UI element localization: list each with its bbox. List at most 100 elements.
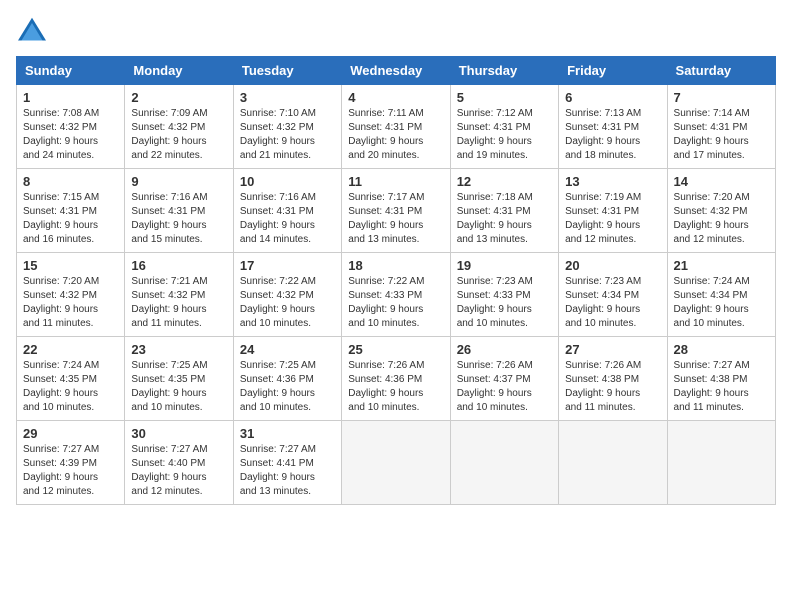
header-cell-sunday: Sunday [17, 57, 125, 85]
day-number: 26 [457, 342, 552, 357]
day-number: 9 [131, 174, 226, 189]
day-cell: 16 Sunrise: 7:21 AM Sunset: 4:32 PM Dayli… [125, 253, 233, 337]
day-info: Sunrise: 7:24 AM Sunset: 4:34 PM Dayligh… [674, 275, 769, 331]
day-info: Sunrise: 7:25 AM Sunset: 4:35 PM Dayligh… [131, 359, 226, 415]
day-cell: 1Sunrise: 7:08 AM Sunset: 4:32 PM Daylig… [17, 85, 125, 169]
header-cell-wednesday: Wednesday [342, 57, 450, 85]
day-info: Sunrise: 7:27 AM Sunset: 4:41 PM Dayligh… [240, 443, 335, 499]
day-number: 10 [240, 174, 335, 189]
week-row-1: 1Sunrise: 7:08 AM Sunset: 4:32 PM Daylig… [17, 85, 776, 169]
day-info: Sunrise: 7:27 AM Sunset: 4:40 PM Dayligh… [131, 443, 226, 499]
day-number: 19 [457, 258, 552, 273]
day-info: Sunrise: 7:23 AM Sunset: 4:34 PM Dayligh… [565, 275, 660, 331]
day-info: Sunrise: 7:15 AM Sunset: 4:31 PM Dayligh… [23, 191, 118, 247]
day-info: Sunrise: 7:18 AM Sunset: 4:31 PM Dayligh… [457, 191, 552, 247]
day-info: Sunrise: 7:12 AM Sunset: 4:31 PM Dayligh… [457, 107, 552, 163]
day-number: 6 [565, 90, 660, 105]
day-cell: 24 Sunrise: 7:25 AM Sunset: 4:36 PM Dayli… [233, 337, 341, 421]
header-row: SundayMondayTuesdayWednesdayThursdayFrid… [17, 57, 776, 85]
day-info: Sunrise: 7:20 AM Sunset: 4:32 PM Dayligh… [674, 191, 769, 247]
day-number: 30 [131, 426, 226, 441]
day-cell: 12 Sunrise: 7:18 AM Sunset: 4:31 PM Dayli… [450, 169, 558, 253]
day-cell: 27Sunrise: 7:26 AM Sunset: 4:38 PM Dayli… [559, 337, 667, 421]
day-cell: 25 Sunrise: 7:26 AM Sunset: 4:36 PM Dayli… [342, 337, 450, 421]
day-info: Sunrise: 7:09 AM Sunset: 4:32 PM Dayligh… [131, 107, 226, 163]
day-number: 7 [674, 90, 769, 105]
logo-icon [16, 16, 48, 44]
day-number: 13 [565, 174, 660, 189]
day-info: Sunrise: 7:22 AM Sunset: 4:33 PM Dayligh… [348, 275, 443, 331]
day-cell: 30 Sunrise: 7:27 AM Sunset: 4:40 PM Dayli… [125, 421, 233, 505]
day-number: 24 [240, 342, 335, 357]
day-cell: 15 Sunrise: 7:20 AM Sunset: 4:32 PM Dayli… [17, 253, 125, 337]
day-number: 23 [131, 342, 226, 357]
page-header [16, 16, 776, 44]
header-cell-monday: Monday [125, 57, 233, 85]
header-cell-saturday: Saturday [667, 57, 775, 85]
day-info: Sunrise: 7:26 AM Sunset: 4:36 PM Dayligh… [348, 359, 443, 415]
day-number: 4 [348, 90, 443, 105]
week-row-2: 8 Sunrise: 7:15 AM Sunset: 4:31 PM Daylig… [17, 169, 776, 253]
header-cell-thursday: Thursday [450, 57, 558, 85]
day-number: 16 [131, 258, 226, 273]
day-number: 14 [674, 174, 769, 189]
day-info: Sunrise: 7:16 AM Sunset: 4:31 PM Dayligh… [131, 191, 226, 247]
day-number: 2 [131, 90, 226, 105]
day-info: Sunrise: 7:17 AM Sunset: 4:31 PM Dayligh… [348, 191, 443, 247]
header-cell-tuesday: Tuesday [233, 57, 341, 85]
day-number: 17 [240, 258, 335, 273]
day-info: Sunrise: 7:14 AM Sunset: 4:31 PM Dayligh… [674, 107, 769, 163]
week-row-5: 29Sunrise: 7:27 AM Sunset: 4:39 PM Dayli… [17, 421, 776, 505]
day-cell: 14 Sunrise: 7:20 AM Sunset: 4:32 PM Dayli… [667, 169, 775, 253]
day-cell: 3Sunrise: 7:10 AM Sunset: 4:32 PM Daylig… [233, 85, 341, 169]
day-number: 31 [240, 426, 335, 441]
day-cell: 10Sunrise: 7:16 AM Sunset: 4:31 PM Dayli… [233, 169, 341, 253]
day-number: 25 [348, 342, 443, 357]
day-cell: 6Sunrise: 7:13 AM Sunset: 4:31 PM Daylig… [559, 85, 667, 169]
day-cell: 22 Sunrise: 7:24 AM Sunset: 4:35 PM Dayli… [17, 337, 125, 421]
day-info: Sunrise: 7:20 AM Sunset: 4:32 PM Dayligh… [23, 275, 118, 331]
day-cell: 21 Sunrise: 7:24 AM Sunset: 4:34 PM Dayli… [667, 253, 775, 337]
day-number: 15 [23, 258, 118, 273]
day-number: 12 [457, 174, 552, 189]
day-info: Sunrise: 7:19 AM Sunset: 4:31 PM Dayligh… [565, 191, 660, 247]
day-info: Sunrise: 7:11 AM Sunset: 4:31 PM Dayligh… [348, 107, 443, 163]
day-info: Sunrise: 7:27 AM Sunset: 4:38 PM Dayligh… [674, 359, 769, 415]
day-number: 5 [457, 90, 552, 105]
day-cell [667, 421, 775, 505]
day-cell: 23 Sunrise: 7:25 AM Sunset: 4:35 PM Dayli… [125, 337, 233, 421]
day-cell: 5 Sunrise: 7:12 AM Sunset: 4:31 PM Daylig… [450, 85, 558, 169]
day-cell: 20 Sunrise: 7:23 AM Sunset: 4:34 PM Dayli… [559, 253, 667, 337]
day-cell: 26 Sunrise: 7:26 AM Sunset: 4:37 PM Dayli… [450, 337, 558, 421]
day-info: Sunrise: 7:24 AM Sunset: 4:35 PM Dayligh… [23, 359, 118, 415]
day-cell: 8 Sunrise: 7:15 AM Sunset: 4:31 PM Daylig… [17, 169, 125, 253]
day-cell: 9 Sunrise: 7:16 AM Sunset: 4:31 PM Daylig… [125, 169, 233, 253]
day-info: Sunrise: 7:26 AM Sunset: 4:37 PM Dayligh… [457, 359, 552, 415]
logo [16, 16, 52, 44]
day-number: 11 [348, 174, 443, 189]
day-number: 22 [23, 342, 118, 357]
day-cell: 11 Sunrise: 7:17 AM Sunset: 4:31 PM Dayli… [342, 169, 450, 253]
day-info: Sunrise: 7:21 AM Sunset: 4:32 PM Dayligh… [131, 275, 226, 331]
day-info: Sunrise: 7:26 AM Sunset: 4:38 PM Dayligh… [565, 359, 660, 415]
day-cell: 17Sunrise: 7:22 AM Sunset: 4:32 PM Dayli… [233, 253, 341, 337]
day-number: 20 [565, 258, 660, 273]
day-cell [450, 421, 558, 505]
day-cell: 29Sunrise: 7:27 AM Sunset: 4:39 PM Dayli… [17, 421, 125, 505]
day-cell: 2 Sunrise: 7:09 AM Sunset: 4:32 PM Daylig… [125, 85, 233, 169]
day-cell: 28 Sunrise: 7:27 AM Sunset: 4:38 PM Dayli… [667, 337, 775, 421]
day-number: 8 [23, 174, 118, 189]
day-number: 3 [240, 90, 335, 105]
day-number: 18 [348, 258, 443, 273]
day-cell: 13 Sunrise: 7:19 AM Sunset: 4:31 PM Dayli… [559, 169, 667, 253]
day-number: 21 [674, 258, 769, 273]
day-number: 1 [23, 90, 118, 105]
day-info: Sunrise: 7:23 AM Sunset: 4:33 PM Dayligh… [457, 275, 552, 331]
day-cell: 18 Sunrise: 7:22 AM Sunset: 4:33 PM Dayli… [342, 253, 450, 337]
day-cell: 19 Sunrise: 7:23 AM Sunset: 4:33 PM Dayli… [450, 253, 558, 337]
day-cell: 7 Sunrise: 7:14 AM Sunset: 4:31 PM Daylig… [667, 85, 775, 169]
day-number: 28 [674, 342, 769, 357]
calendar-table: SundayMondayTuesdayWednesdayThursdayFrid… [16, 56, 776, 505]
header-cell-friday: Friday [559, 57, 667, 85]
day-info: Sunrise: 7:25 AM Sunset: 4:36 PM Dayligh… [240, 359, 335, 415]
